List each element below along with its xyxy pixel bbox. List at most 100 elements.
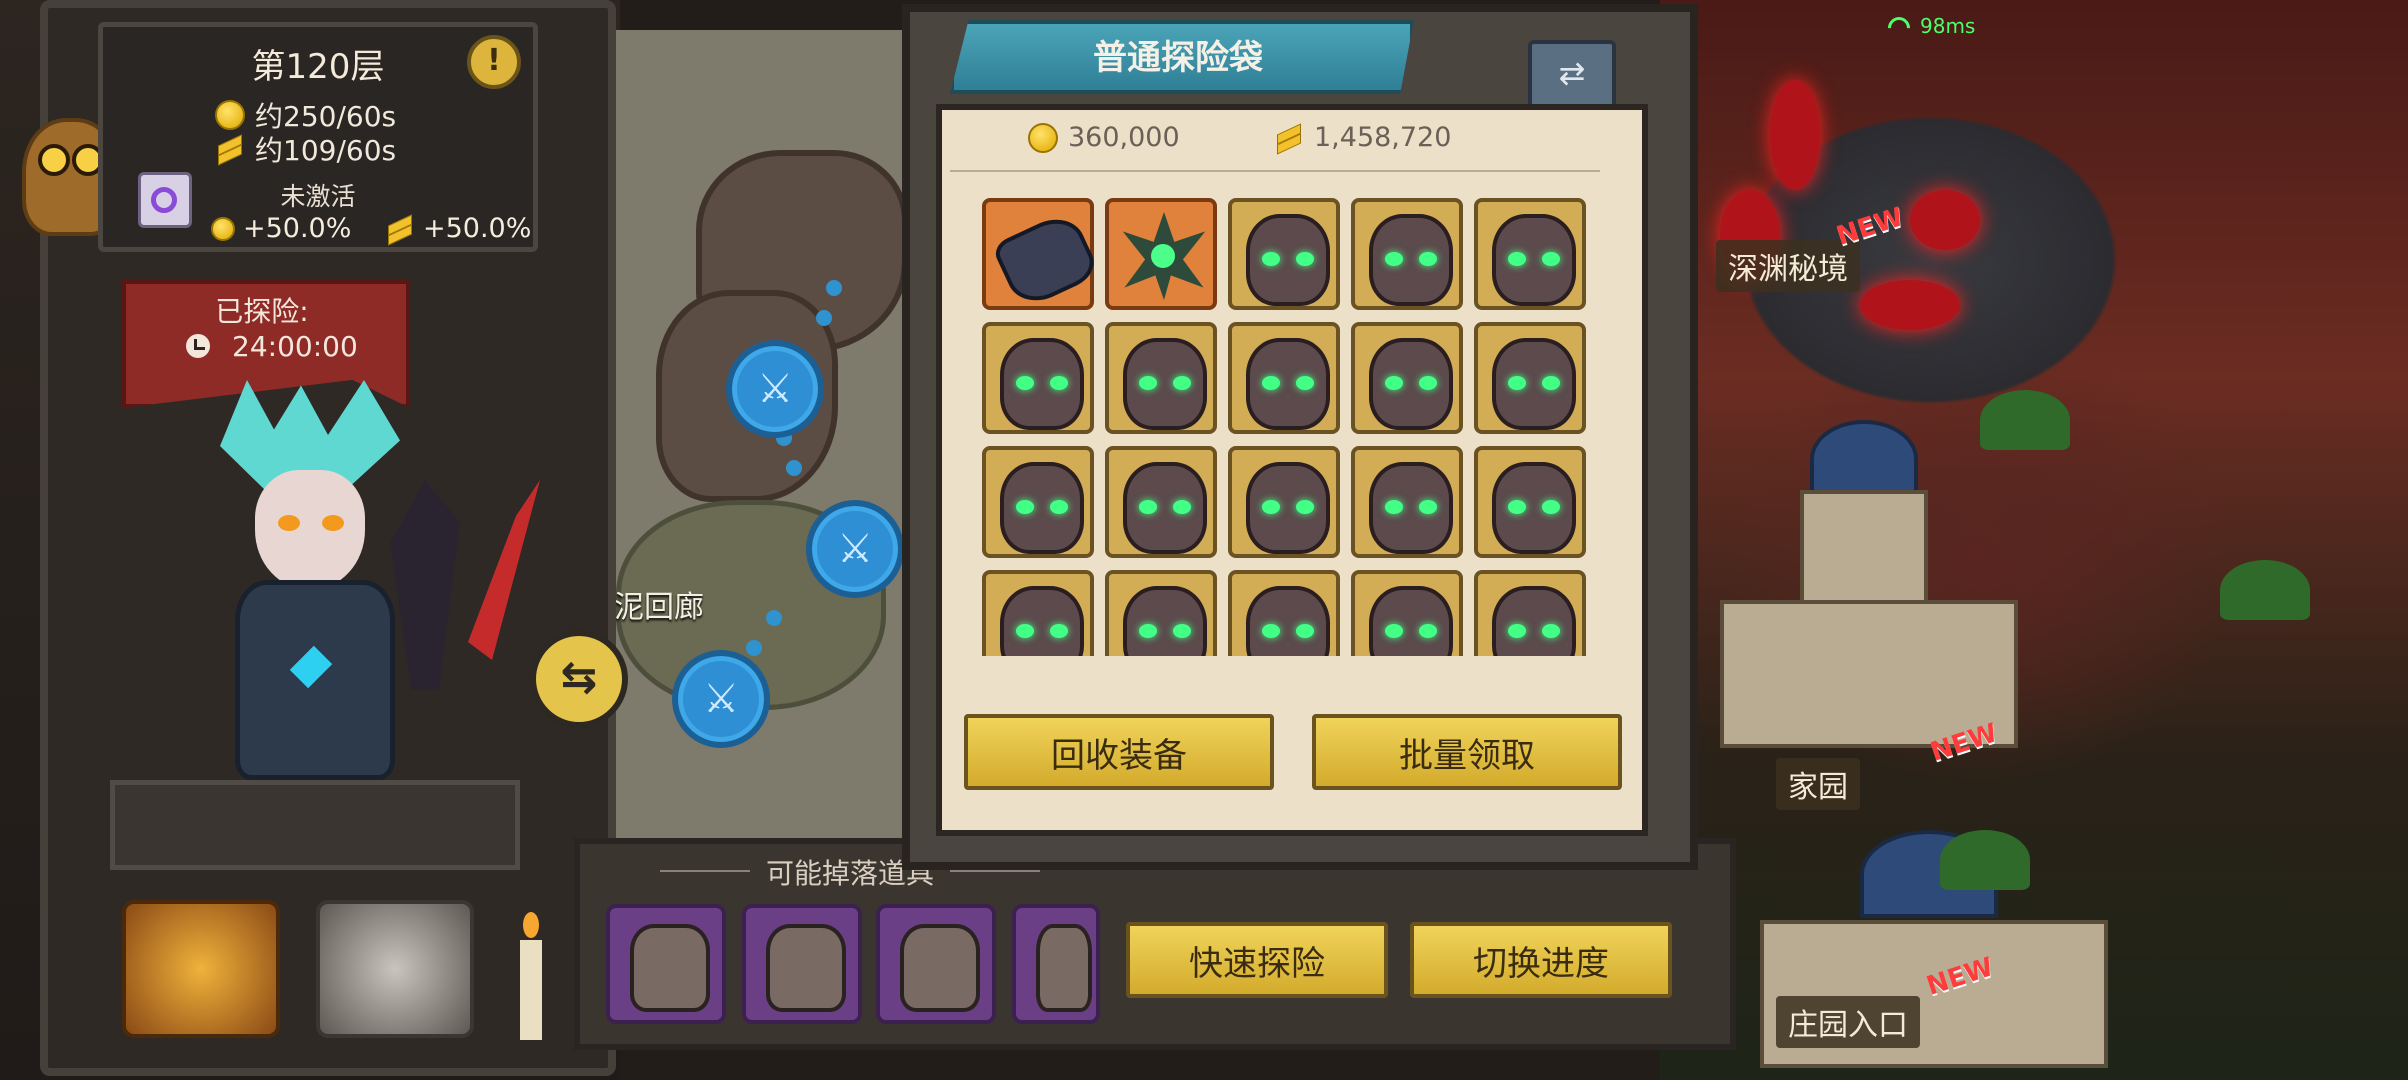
gold-bonus: +50.0% — [211, 213, 351, 244]
hero-eye — [278, 515, 300, 531]
bag-item[interactable] — [1351, 322, 1463, 434]
gold-coin-icon — [215, 100, 245, 130]
skull-helm-icon — [1123, 586, 1207, 656]
exp-rate-text: 约109/60s — [255, 134, 397, 167]
home-label[interactable]: 家园 — [1776, 758, 1860, 810]
locked-chest-icon[interactable] — [316, 900, 474, 1038]
drop-item[interactable] — [606, 904, 726, 1024]
skull-helm-icon — [1123, 462, 1207, 554]
sort-icon[interactable]: ⇄ — [1528, 40, 1616, 110]
bag-item[interactable] — [1474, 446, 1586, 558]
ping-text: 98ms — [1920, 14, 1976, 38]
drop-gauntlet-icon — [900, 924, 980, 1012]
exp-bonus-text: +50.0% — [423, 213, 532, 244]
battle-node-icon[interactable]: ⚔ — [806, 500, 904, 598]
bag-item-grid[interactable] — [970, 190, 1610, 656]
skull-helm-icon — [1246, 462, 1330, 554]
drop-helmet-icon — [766, 924, 846, 1012]
exp-rank-icon — [215, 138, 245, 160]
bag-item[interactable] — [1105, 322, 1217, 434]
manor-entrance-label[interactable]: 庄园入口 — [1776, 996, 1920, 1048]
path-dot — [786, 460, 802, 476]
gold-coin-icon — [1028, 122, 1058, 153]
bag-item[interactable] — [982, 446, 1094, 558]
skull-helm-icon — [1246, 338, 1330, 430]
bag-exp-amount: 1,458,720 — [1314, 122, 1452, 153]
drop-item[interactable] — [742, 904, 862, 1024]
skull-helm-icon — [1246, 214, 1330, 306]
abyss-realm-label[interactable]: 深渊秘境 — [1716, 240, 1860, 292]
bag-item[interactable] — [982, 322, 1094, 434]
skull-helm-icon — [1369, 214, 1453, 306]
bag-item[interactable] — [1351, 446, 1463, 558]
map-area-label: 泥回廊 — [614, 590, 704, 625]
quick-explore-button[interactable]: 快速探险 — [1126, 922, 1388, 998]
path-dot — [766, 610, 782, 626]
bag-item[interactable] — [1228, 322, 1340, 434]
skull-helm-icon — [1492, 338, 1576, 430]
batch-claim-button[interactable]: 批量领取 — [1312, 714, 1622, 790]
hero-face — [255, 470, 365, 590]
hero-pedestal — [110, 780, 520, 870]
palm-tree — [2220, 560, 2310, 620]
gauntlet-icon — [990, 208, 1102, 312]
battle-node-icon[interactable]: ⚔ — [726, 340, 824, 438]
tower-dome — [1810, 420, 1918, 498]
recycle-equipment-button[interactable]: 回收装备 — [964, 714, 1274, 790]
hero-eye — [322, 515, 344, 531]
palm-tree — [1980, 390, 2070, 450]
skull-helm-icon — [1369, 462, 1453, 554]
bag-item[interactable] — [1105, 570, 1217, 656]
abyss-eye — [1860, 280, 1960, 330]
swap-arrows-icon[interactable]: ⇆ — [530, 630, 628, 728]
drop-item[interactable] — [1012, 904, 1100, 1024]
clock-icon — [186, 334, 210, 358]
hero-character[interactable] — [210, 380, 410, 800]
skull-helm-icon — [1369, 338, 1453, 430]
bag-divider — [950, 170, 1600, 172]
skull-helm-icon — [1369, 586, 1453, 656]
exp-rank-icon — [385, 218, 415, 240]
bag-item[interactable] — [1228, 446, 1340, 558]
abyss-eye — [1910, 190, 1980, 250]
alert-icon[interactable]: ! — [467, 35, 521, 89]
wifi-icon — [1888, 17, 1914, 35]
bag-item[interactable] — [1474, 322, 1586, 434]
skull-helm-icon — [1000, 586, 1084, 656]
buff-scroll-icon[interactable] — [138, 172, 192, 228]
path-dot — [816, 310, 832, 326]
switch-progress-button[interactable]: 切换进度 — [1410, 922, 1672, 998]
bag-item[interactable] — [1105, 198, 1217, 310]
candle-icon — [520, 912, 542, 1040]
bag-item[interactable] — [1228, 198, 1340, 310]
battle-node-icon[interactable]: ⚔ — [672, 650, 770, 748]
explored-label: 已探险: — [215, 295, 309, 328]
explore-map[interactable]: ⚔ ⚔ ⚔ — [570, 30, 916, 850]
gold-coin-icon — [211, 216, 235, 241]
bag-item[interactable] — [1351, 198, 1463, 310]
abyss-eye — [1770, 80, 1820, 190]
skull-helm-icon — [1000, 462, 1084, 554]
bag-item[interactable] — [1228, 570, 1340, 656]
bag-exp: 1,458,720 — [1274, 122, 1451, 153]
bag-item[interactable] — [1474, 198, 1586, 310]
bag-item[interactable] — [982, 570, 1094, 656]
drop-item[interactable] — [876, 904, 996, 1024]
skull-helm-icon — [1492, 214, 1576, 306]
drop-armor-icon — [630, 924, 710, 1012]
path-dot — [826, 280, 842, 296]
skull-helm-icon — [1492, 586, 1576, 656]
skull-helm-icon — [1123, 338, 1207, 430]
bag-item[interactable] — [1105, 446, 1217, 558]
skull-helm-icon — [1246, 586, 1330, 656]
treasure-chest-icon[interactable] — [122, 900, 280, 1038]
bag-item[interactable] — [1474, 570, 1586, 656]
gold-bonus-text: +50.0% — [243, 213, 352, 244]
path-dot — [746, 640, 762, 656]
explored-time: 24:00:00 — [232, 330, 358, 363]
exp-rate-row: 约109/60s — [215, 129, 396, 169]
network-status: 98ms — [1888, 14, 1975, 38]
bag-item[interactable] — [982, 198, 1102, 312]
bag-item[interactable] — [1351, 570, 1463, 656]
drop-mask-icon — [1036, 924, 1092, 1012]
